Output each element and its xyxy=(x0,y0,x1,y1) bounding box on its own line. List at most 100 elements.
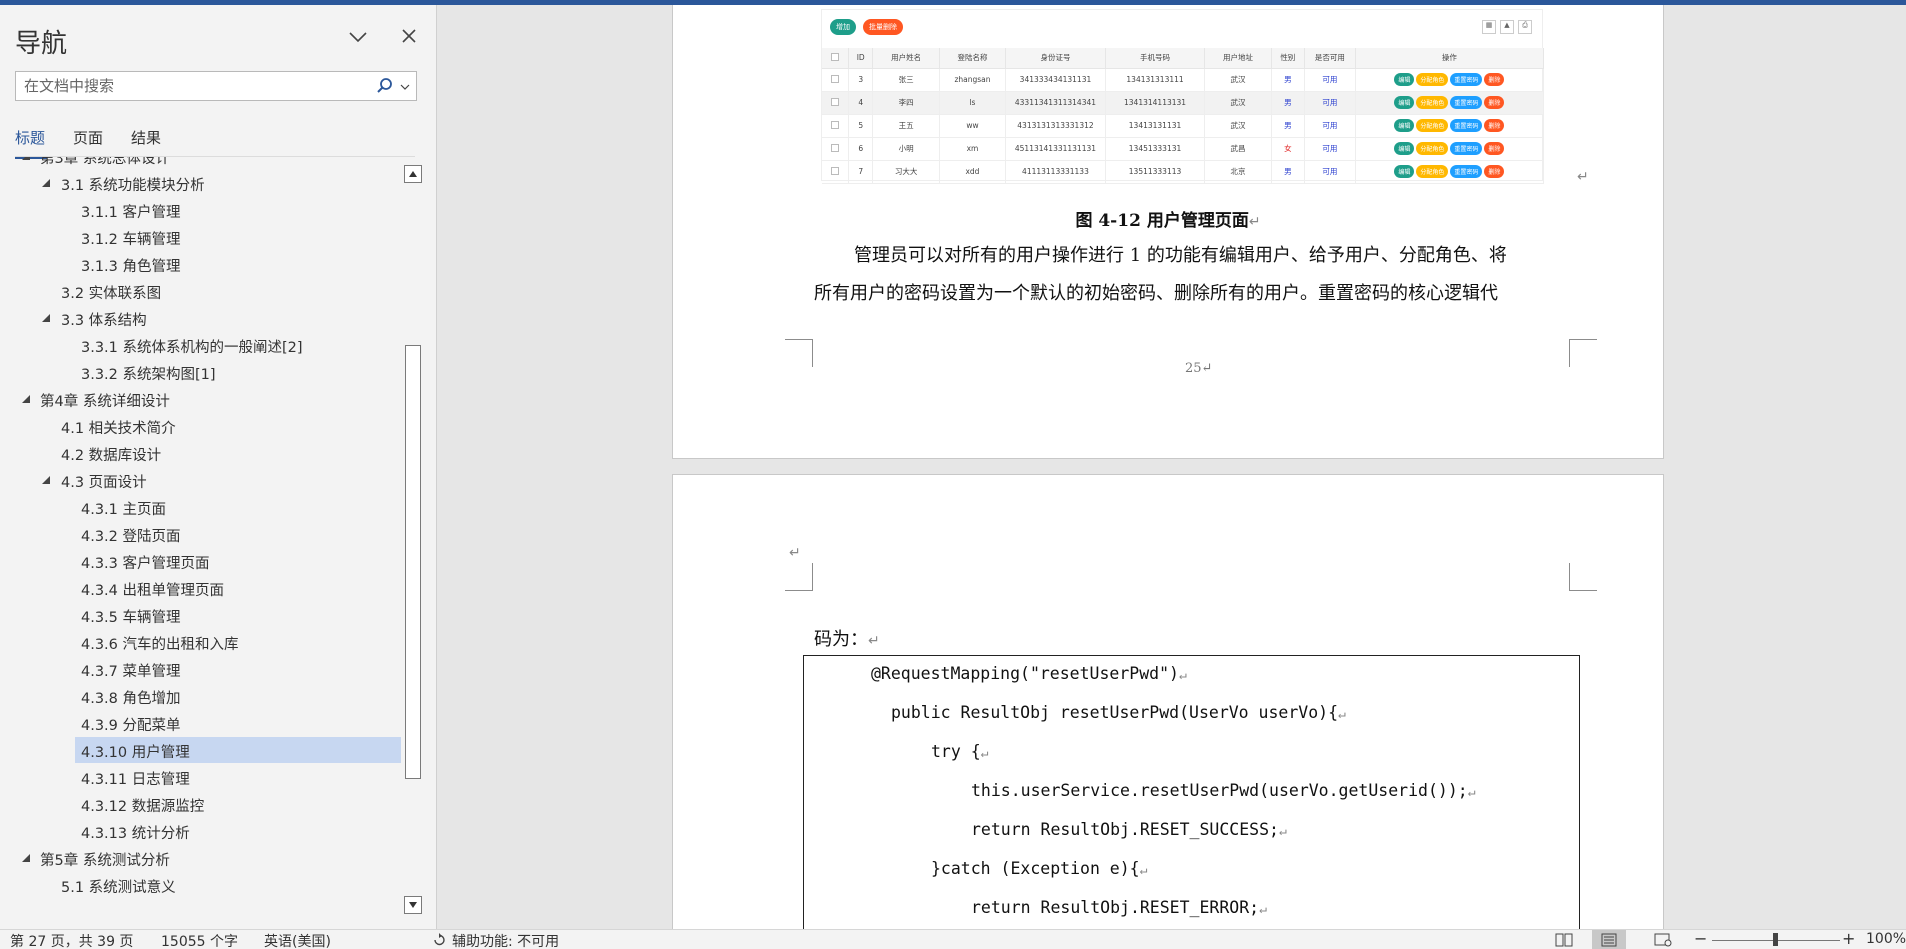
nav-heading-item[interactable]: 4.3.9 分配菜单 xyxy=(0,710,404,736)
nav-heading-item[interactable]: 4.3.10 用户管理 xyxy=(0,737,404,763)
nav-heading-item[interactable]: 3.3 体系结构 xyxy=(0,305,404,331)
nav-heading-item[interactable]: 4.3.6 汽车的出租和入库 xyxy=(0,629,404,655)
page-26[interactable]: ↵ 码为：↵ @RequestMapping("resetUserPwd")↵ p… xyxy=(672,474,1664,929)
tab-headings[interactable]: 标题 xyxy=(15,127,48,159)
scroll-thumb[interactable] xyxy=(405,345,421,779)
code-block: @RequestMapping("resetUserPwd")↵ public R… xyxy=(803,655,1580,929)
zoom-in-button[interactable]: + xyxy=(1842,929,1855,948)
expand-triangle-icon[interactable] xyxy=(20,852,32,864)
row-checkbox-image xyxy=(822,68,850,92)
table-cell-login: zhangsan xyxy=(939,68,1007,92)
table-cell-idcard: 45113141331131131 xyxy=(1005,137,1106,161)
table-cell-addr: 武汉 xyxy=(1204,114,1272,138)
nav-heading-item[interactable]: 4.3.4 出租单管理页面 xyxy=(0,575,404,601)
expand-triangle-icon[interactable] xyxy=(20,157,32,162)
select-all-checkbox-image xyxy=(822,48,850,69)
nav-heading-item[interactable]: 4.1 相关技术简介 xyxy=(0,413,404,439)
scroll-up-button[interactable] xyxy=(404,165,422,183)
nav-heading-item[interactable]: 3.1.1 客户管理 xyxy=(0,197,404,223)
nav-heading-item[interactable]: 3.3.1 系统体系机构的一般阐述[2] xyxy=(0,332,404,358)
action-pill-image: 编辑 xyxy=(1394,96,1415,109)
nav-heading-item[interactable]: 5.1 系统测试意义 xyxy=(0,872,404,898)
expand-triangle-icon[interactable] xyxy=(20,393,32,405)
page-count[interactable]: 第 27 页，共 39 页 xyxy=(10,931,133,949)
tab-results[interactable]: 结果 xyxy=(131,127,161,157)
nav-heading-item[interactable]: 4.3.5 车辆管理 xyxy=(0,602,404,628)
nav-heading-item[interactable]: 4.2 数据库设计 xyxy=(0,440,404,466)
nav-heading-item[interactable]: 3.1 系统功能模块分析 xyxy=(0,170,404,196)
nav-heading-item[interactable]: 3.1.2 车辆管理 xyxy=(0,224,404,250)
scroll-down-button[interactable] xyxy=(404,896,422,914)
read-mode-button[interactable] xyxy=(1547,930,1581,949)
zoom-level[interactable]: 100% xyxy=(1866,931,1906,947)
accessibility-status[interactable]: 辅助功能: 不可用 xyxy=(452,931,559,949)
nav-heading-label: 4.3.9 分配菜单 xyxy=(81,718,181,734)
nav-heading-item[interactable]: 第3章 系统总体设计 xyxy=(0,157,404,169)
tab-pages[interactable]: 页面 xyxy=(73,127,103,157)
nav-title: 导航 xyxy=(15,29,68,59)
table-cell-sex: 女 xyxy=(1271,137,1305,161)
print-layout-button[interactable] xyxy=(1592,930,1626,949)
column-header: 用户姓名 xyxy=(872,48,940,69)
nav-heading-item[interactable]: 第4章 系统详细设计 xyxy=(0,386,404,412)
nav-heading-label: 4.3.1 主页面 xyxy=(81,502,167,518)
document-area[interactable]: 增加 批量删除 ▦ ▲ ⎙ ID 用户姓名 登陆名称 身份证号 手机号码 用户地址 性别 是否… xyxy=(438,5,1906,929)
table-cell-sex: 男 xyxy=(1271,91,1305,115)
search-input[interactable] xyxy=(16,72,374,100)
nav-heading-item[interactable]: 4.3.7 菜单管理 xyxy=(0,656,404,682)
nav-heading-item[interactable]: 4.3.8 角色增加 xyxy=(0,683,404,709)
table-cell-avail: 可用 xyxy=(1304,137,1356,161)
nav-heading-item[interactable]: 3.3.2 系统架构图[1] xyxy=(0,359,404,385)
expand-triangle-icon[interactable] xyxy=(40,177,52,189)
nav-heading-label: 4.3.12 数据源监控 xyxy=(81,799,205,815)
search-icon[interactable] xyxy=(374,75,396,97)
nav-heading-item[interactable]: 4.3.11 日志管理 xyxy=(0,764,404,790)
page-25[interactable]: 增加 批量删除 ▦ ▲ ⎙ ID 用户姓名 登陆名称 身份证号 手机号码 用户地址 性别 是否… xyxy=(672,5,1664,459)
nav-heading-item[interactable]: 3.2 实体联系图 xyxy=(0,278,404,304)
search-box xyxy=(15,71,417,101)
code-line: }catch (Exception e){↵ xyxy=(931,859,1148,878)
nav-heading-item[interactable]: 4.3.2 登陆页面 xyxy=(0,521,404,547)
language-status[interactable]: 英语(美国) xyxy=(264,931,331,949)
zoom-slider-thumb[interactable] xyxy=(1773,933,1778,946)
table-cell-actions: 编辑 分配角色 重置密码 删除 xyxy=(1355,160,1545,184)
nav-heading-label: 4.3.2 登陆页面 xyxy=(81,529,181,545)
action-pill-image: 分配角色 xyxy=(1416,119,1449,132)
paragraph-mark: ↵ xyxy=(789,545,801,561)
table-cell-id: 6 xyxy=(848,137,874,161)
nav-heading-item[interactable]: 4.3.1 主页面 xyxy=(0,494,404,520)
table-cell-phone: 13511333113 xyxy=(1105,160,1206,184)
close-icon[interactable] xyxy=(397,24,421,48)
table-row: 6 小明 xm 45113141331131131 13451333131 武昌女可用 编辑… xyxy=(822,137,1545,161)
expand-triangle-icon[interactable] xyxy=(40,312,52,324)
accessibility-icon[interactable] xyxy=(432,933,447,948)
crop-mark-top-left xyxy=(785,339,813,367)
search-options-dropdown-icon[interactable] xyxy=(398,75,412,97)
web-layout-button[interactable] xyxy=(1646,930,1680,949)
chevron-down-icon[interactable] xyxy=(346,25,370,49)
nav-heading-item[interactable]: 4.3.3 客户管理页面 xyxy=(0,548,404,574)
table-cell-addr: 武汉 xyxy=(1204,68,1272,92)
triangle-down-icon xyxy=(409,902,417,908)
nav-heading-item[interactable]: 4.3.12 数据源监控 xyxy=(0,791,404,817)
zoom-out-button[interactable]: − xyxy=(1694,929,1707,948)
code-line: this.userService.resetUserPwd(userVo.get… xyxy=(971,781,1476,800)
nav-heading-item[interactable]: 3.1.3 角色管理 xyxy=(0,251,404,277)
crop-mark-bottom-left xyxy=(785,563,813,591)
table-cell-phone: 13451333131 xyxy=(1105,137,1206,161)
table-row: 5 王五 ww 4313131313331312 13413131131 武汉男可用 编辑分… xyxy=(822,114,1545,138)
expand-triangle-icon[interactable] xyxy=(40,474,52,486)
columns-icon: ▦ xyxy=(1482,20,1496,34)
nav-scrollbar[interactable] xyxy=(404,165,422,917)
action-pill-image: 重置密码 xyxy=(1450,142,1483,155)
code-line: public ResultObj resetUserPwd(UserVo use… xyxy=(891,703,1346,722)
table-cell-actions: 编辑 分配角色 重置密码 删除 xyxy=(1355,91,1545,115)
word-count[interactable]: 15055 个字 xyxy=(161,931,238,949)
table-cell-avail: 可用 xyxy=(1304,91,1356,115)
nav-heading-item[interactable]: 4.3 页面设计 xyxy=(0,467,404,493)
table-cell-phone: 13413131131 xyxy=(1105,114,1206,138)
nav-heading-item[interactable]: 第5章 系统测试分析 xyxy=(0,845,404,871)
table-cell-name: 王五 xyxy=(872,114,940,138)
nav-heading-item[interactable]: 4.3.13 统计分析 xyxy=(0,818,404,844)
table-cell-addr: 武昌 xyxy=(1204,137,1272,161)
